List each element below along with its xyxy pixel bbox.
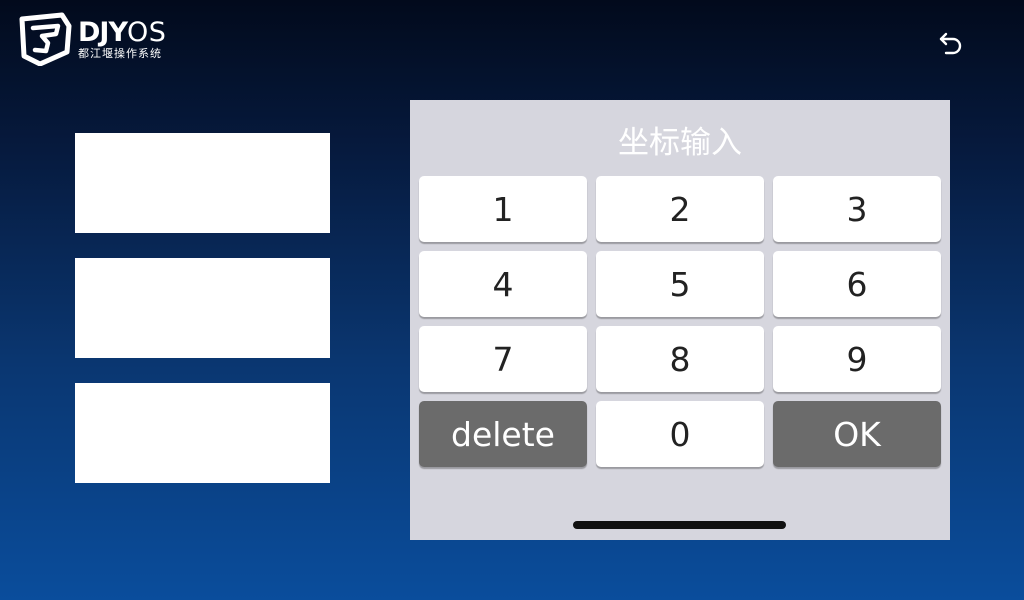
key-0[interactable]: 0 <box>596 401 764 467</box>
keypad-title: 坐标输入 <box>618 125 742 161</box>
key-5[interactable]: 5 <box>596 251 764 317</box>
logo-name-bold: DJY <box>78 16 128 48</box>
keypad-panel: 坐标输入 1 2 3 4 5 6 7 8 9 delete 0 OK <box>410 100 950 540</box>
back-button[interactable] <box>934 26 968 60</box>
home-indicator[interactable] <box>573 521 786 529</box>
logo-name: DJYOS <box>78 16 167 48</box>
delete-button[interactable]: delete <box>419 401 587 467</box>
app-logo: DJYOS 都江堰操作系统 <box>18 12 166 66</box>
coordinate-field-3[interactable] <box>75 383 330 483</box>
key-2[interactable]: 2 <box>596 176 764 242</box>
coordinate-field-2[interactable] <box>75 258 330 358</box>
ok-button[interactable]: OK <box>773 401 941 467</box>
key-4[interactable]: 4 <box>419 251 587 317</box>
key-6[interactable]: 6 <box>773 251 941 317</box>
key-3[interactable]: 3 <box>773 176 941 242</box>
logo-subtitle: 都江堰操作系统 <box>78 46 162 60</box>
back-arrow-icon <box>939 32 962 55</box>
djy-logo-icon <box>19 12 72 66</box>
key-8[interactable]: 8 <box>596 326 764 392</box>
key-1[interactable]: 1 <box>419 176 587 242</box>
key-9[interactable]: 9 <box>773 326 941 392</box>
logo-name-thin: OS <box>127 16 167 48</box>
coordinate-field-1[interactable] <box>75 133 330 233</box>
key-7[interactable]: 7 <box>419 326 587 392</box>
